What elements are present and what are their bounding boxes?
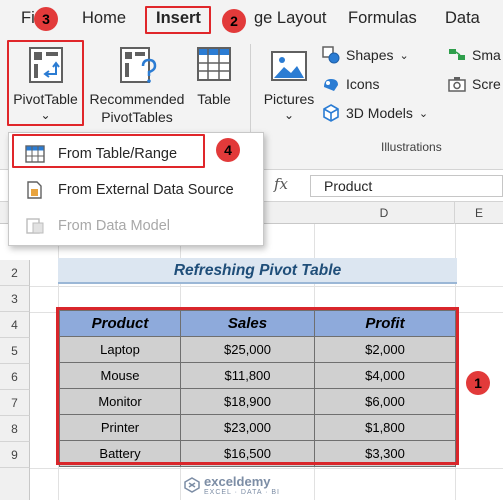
row-header-2[interactable]: 2 — [0, 260, 30, 286]
step-badge-2: 2 — [222, 9, 246, 33]
row-header-7[interactable]: 7 — [0, 390, 30, 416]
icons-button[interactable]: Icons — [322, 75, 379, 93]
cube-icon — [323, 104, 339, 122]
shapes-label: Shapes — [346, 47, 394, 63]
step-badge-3: 3 — [34, 7, 58, 31]
row-header-3[interactable]: 3 — [0, 286, 30, 312]
pictures-icon — [271, 51, 307, 81]
screenshot-label: Scre — [472, 76, 501, 92]
row-header-empty — [0, 468, 30, 500]
exceldemy-logo-icon — [184, 477, 200, 493]
data-model-icon — [26, 218, 44, 234]
smartart-button[interactable]: Sma — [448, 46, 501, 64]
row-header-9[interactable]: 9 — [0, 442, 30, 468]
from-data-model-label: From Data Model — [58, 218, 171, 234]
pivottable-chevron-icon: ⌄ — [40, 108, 51, 122]
pictures-chevron-icon: ⌄ — [283, 108, 295, 122]
watermark-tagline: EXCEL · DATA · BI — [204, 489, 280, 496]
row-header-6[interactable]: 6 — [0, 364, 30, 390]
from-external-label: From External Data Source — [58, 182, 234, 198]
camera-icon — [448, 77, 466, 92]
table-highlight — [56, 307, 459, 465]
tab-file[interactable]: Fi — [21, 9, 35, 28]
table-label: Table — [197, 91, 231, 107]
icons-icon — [324, 79, 338, 91]
row-header-4[interactable]: 4 — [0, 312, 30, 338]
recommended-label-line1: Recommended — [89, 91, 185, 107]
insert-function-button[interactable]: fx — [274, 175, 288, 193]
pictures-button[interactable]: Pictures ⌄ — [258, 42, 320, 126]
shapes-chevron-icon: ⌄ — [399, 49, 409, 62]
tab-data[interactable]: Data — [445, 9, 480, 28]
row-header-5[interactable]: 5 — [0, 338, 30, 364]
recommended-pivottables-icon — [120, 47, 157, 83]
from-table-range-highlight — [12, 134, 205, 168]
menu-item-from-external-data-source[interactable]: From External Data Source — [9, 173, 263, 207]
smartart-icon — [449, 49, 465, 60]
external-data-icon — [27, 181, 42, 199]
pivottable-button[interactable]: PivotTable ⌄ — [9, 42, 82, 124]
watermark-name: exceldemy — [204, 474, 271, 489]
table-icon — [197, 47, 231, 81]
tab-page-layout[interactable]: ge Layout — [254, 9, 326, 28]
table-button[interactable]: Table — [190, 42, 238, 126]
3d-models-label: 3D Models — [346, 105, 413, 121]
watermark: exceldemy EXCEL · DATA · BI — [184, 474, 280, 496]
recommended-label-line2: PivotTables — [101, 109, 173, 125]
screenshot-button[interactable]: Scre — [448, 75, 501, 93]
icons-label: Icons — [346, 76, 380, 92]
insert-tab-highlight — [145, 6, 211, 34]
column-header-e[interactable]: E — [455, 202, 503, 224]
tab-formulas[interactable]: Formulas — [348, 9, 417, 28]
shapes-icon — [322, 46, 340, 64]
3d-models-chevron-icon: ⌄ — [418, 107, 429, 120]
column-header-d[interactable]: D — [314, 202, 455, 224]
shapes-button[interactable]: Shapes ⌄ — [322, 46, 409, 64]
gridline — [30, 286, 503, 287]
illustrations-group-label: Illustrations — [381, 140, 442, 154]
step-badge-4: 4 — [216, 138, 240, 162]
gridline — [30, 468, 503, 469]
sheet-title-cell[interactable]: Refreshing Pivot Table — [58, 258, 457, 284]
formula-input[interactable]: Product — [310, 175, 503, 197]
pivottable-icon — [29, 47, 63, 83]
3d-models-button[interactable]: 3D Models ⌄ — [322, 104, 428, 122]
smartart-label: Sma — [472, 47, 501, 63]
step-badge-1: 1 — [466, 371, 490, 395]
menu-bar: Fi Home Insert ge Layout Formulas Data — [0, 0, 503, 38]
tab-home[interactable]: Home — [82, 9, 126, 28]
recommended-pivottables-button[interactable]: Recommended PivotTables — [86, 42, 188, 126]
row-header-8[interactable]: 8 — [0, 416, 30, 442]
menu-item-from-data-model: From Data Model — [9, 209, 263, 243]
